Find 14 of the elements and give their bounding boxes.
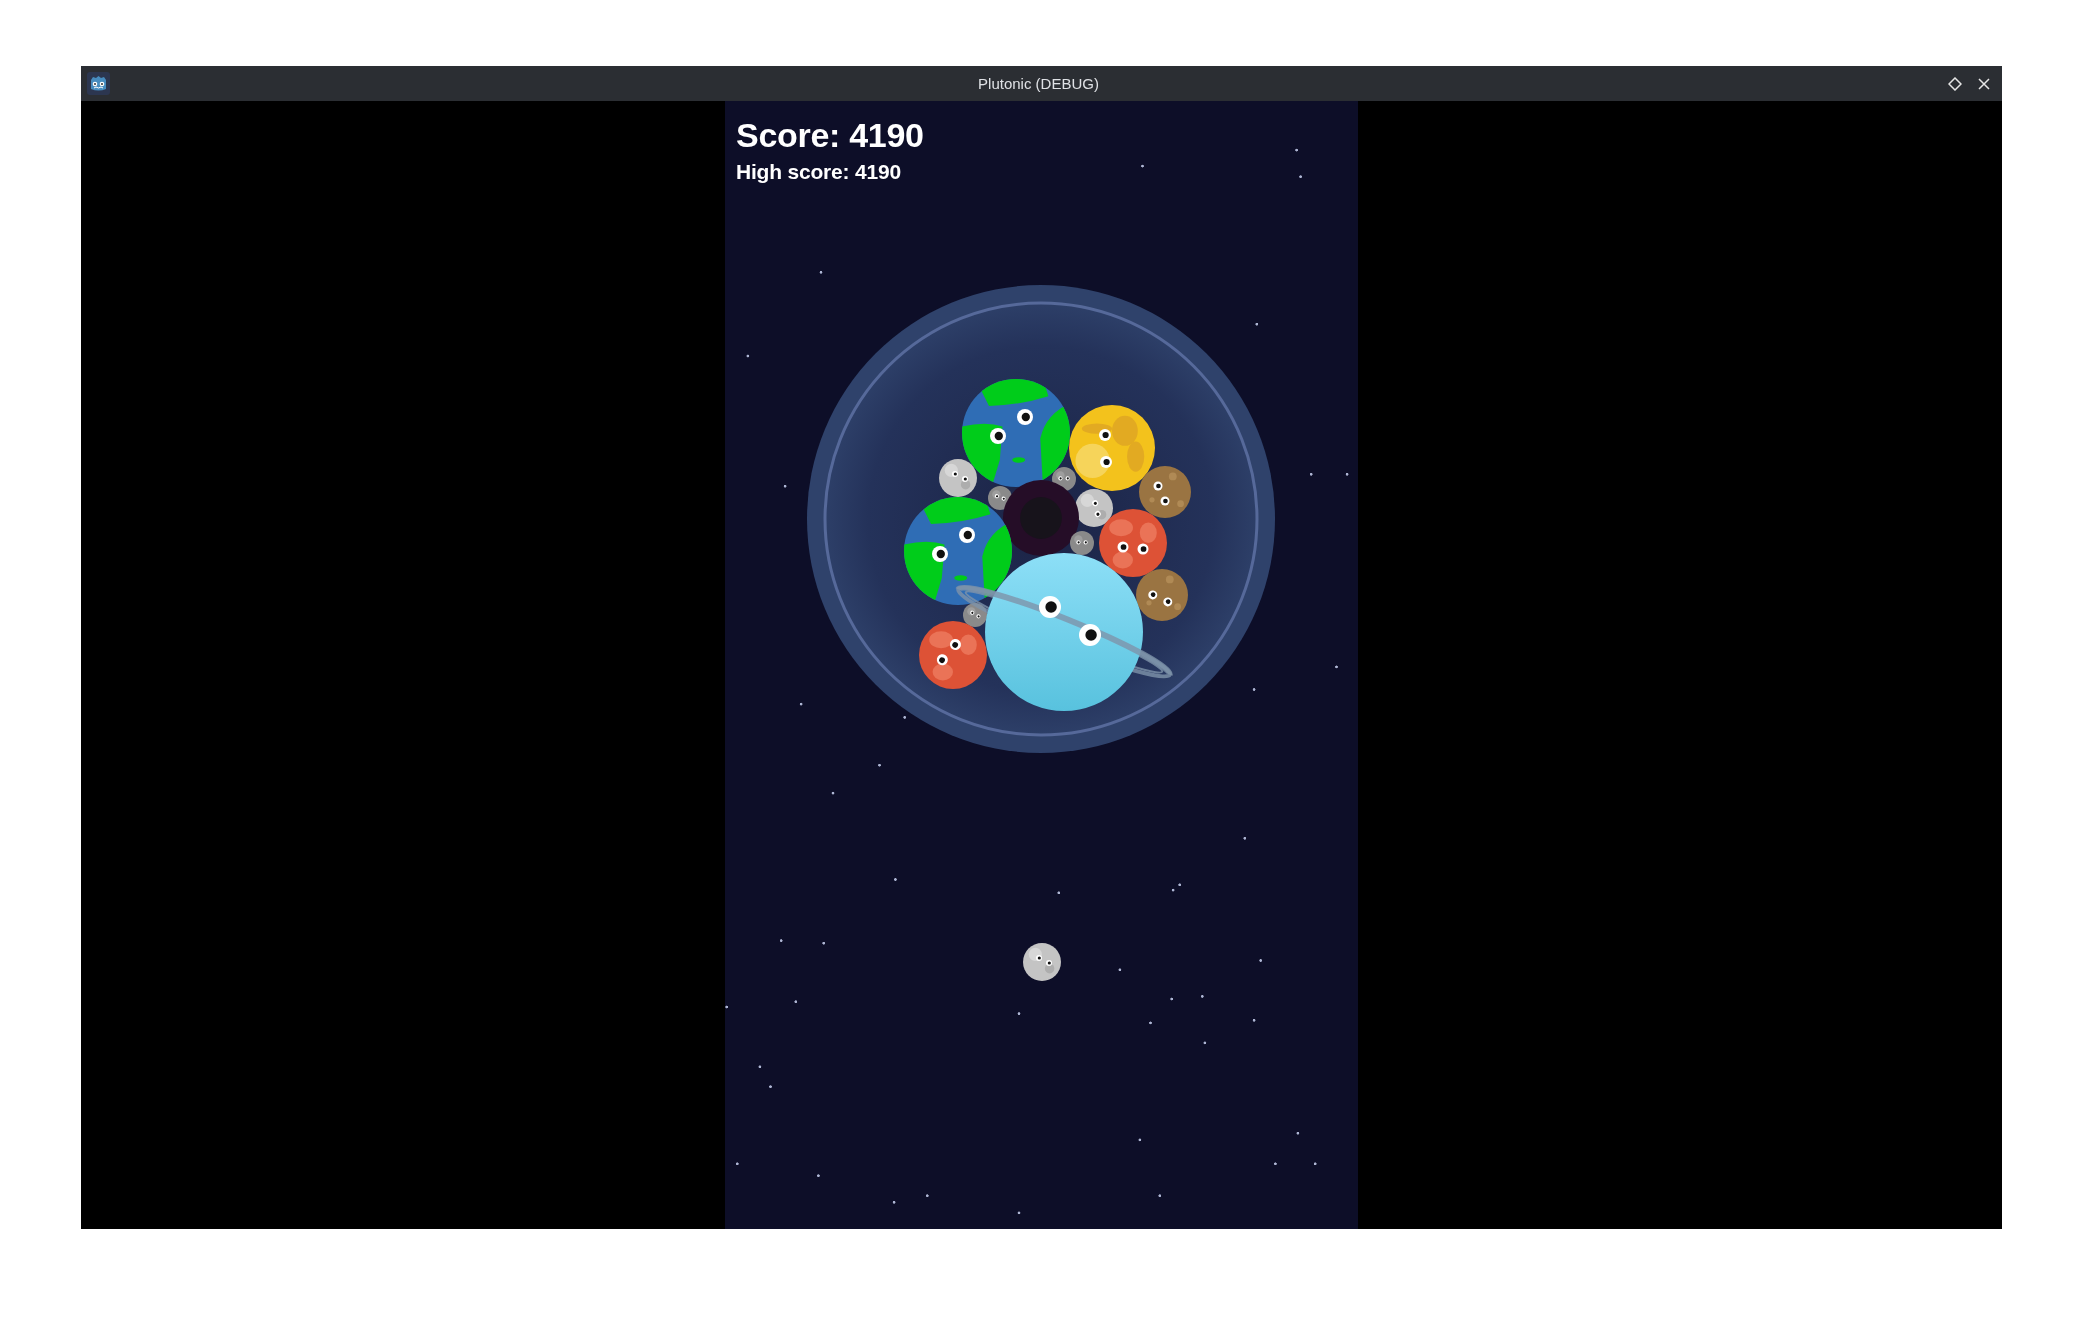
moon: [1023, 943, 1061, 981]
mars-planet: [919, 621, 987, 689]
window-title: Plutonic (DEBUG): [978, 75, 1099, 92]
moon: [939, 459, 977, 497]
mars-planet: [1099, 509, 1167, 577]
robot-face-icon: [87, 72, 110, 95]
diamond-icon[interactable]: [1948, 76, 1962, 91]
small-moon: [1070, 531, 1094, 555]
mercury-planet: [1139, 466, 1191, 518]
mercury-planet: [1136, 569, 1188, 621]
close-icon[interactable]: [1978, 77, 1990, 90]
small-moon: [963, 603, 987, 627]
score-text: Score: 4190: [736, 116, 924, 155]
high-score-text: High score: 4190: [736, 160, 901, 184]
